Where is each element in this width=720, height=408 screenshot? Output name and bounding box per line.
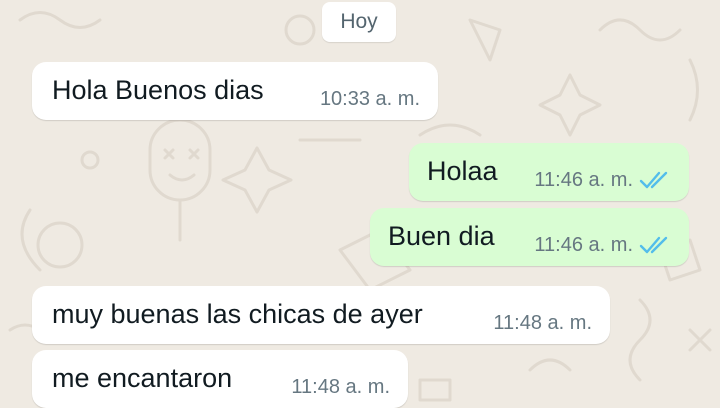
message-text: Holaa bbox=[427, 156, 498, 186]
chat-area: Hoy Hola Buenos dias 10:33 a. m. Holaa 1… bbox=[0, 0, 720, 408]
message-bubble-incoming[interactable]: muy buenas las chicas de ayer 11:48 a. m… bbox=[32, 286, 610, 344]
message-bubble-outgoing[interactable]: Buen dia 11:46 a. m. bbox=[370, 208, 689, 266]
message-time: 11:48 a. m. bbox=[493, 312, 592, 334]
message-time: 10:33 a. m. bbox=[319, 88, 420, 110]
message-time: 11:46 a. m. bbox=[534, 234, 633, 256]
message-text: muy buenas las chicas de ayer bbox=[52, 299, 423, 329]
date-separator: Hoy bbox=[322, 2, 396, 42]
message-time: 11:46 a. m. bbox=[534, 169, 633, 191]
double-check-read-icon bbox=[639, 171, 668, 189]
message-text: Hola Buenos dias bbox=[52, 75, 264, 105]
double-check-read-icon bbox=[639, 236, 668, 254]
message-bubble-incoming[interactable]: Hola Buenos dias 10:33 a. m. bbox=[32, 62, 438, 120]
message-bubble-incoming[interactable]: me encantaron 11:48 a. m. bbox=[32, 350, 408, 408]
message-text: me encantaron bbox=[52, 363, 233, 393]
message-time: 11:48 a. m. bbox=[291, 376, 390, 398]
message-bubble-outgoing[interactable]: Holaa 11:46 a. m. bbox=[409, 143, 689, 201]
message-text: Buen dia bbox=[388, 221, 495, 251]
